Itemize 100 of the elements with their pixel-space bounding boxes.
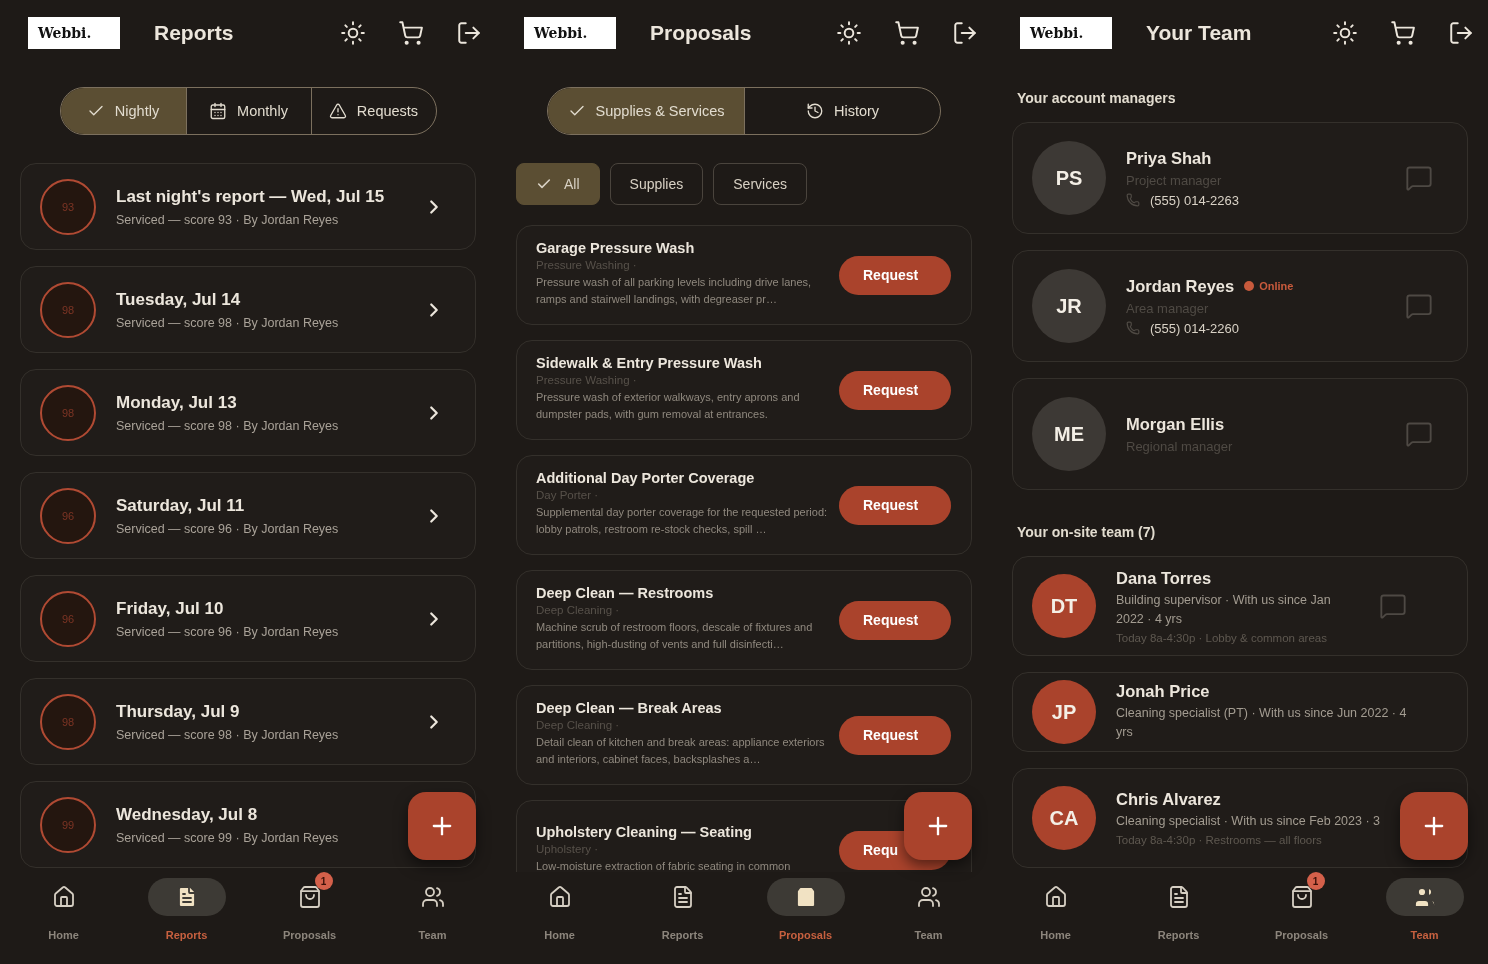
section-heading: Your account managers	[1016, 89, 1177, 106]
add-button[interactable]	[1400, 792, 1468, 860]
screen-title: Proposals	[650, 21, 753, 45]
proposal-description: Pressure wash of all parking levels including drive lanes, ramps and stairwell landings, with degreaser pr…	[536, 275, 813, 307]
request-button[interactable]: Request	[839, 370, 951, 410]
request-button[interactable]: Request	[839, 600, 951, 640]
report-subtitle: Serviced — score 99 · By Jordan Reyes	[116, 830, 340, 845]
avatar-initials: JR	[1032, 269, 1106, 343]
proposal-description: Detail clean of kitchen and break areas: appliance exteriors and interiors, cabinet faces, backsplashes a…	[536, 735, 826, 767]
history-icon	[805, 102, 824, 120]
logo: Webbi.	[1020, 17, 1112, 49]
proposal-description: Supplemental day porter coverage for the requested period: lobby patrols, restroom re-stock checks, spill …	[536, 505, 828, 537]
score-ring: 96	[40, 487, 96, 544]
person-name: Jordan Reyes	[1126, 276, 1235, 296]
section-heading: Your on-site team (7)	[1016, 523, 1157, 540]
cart-button[interactable]	[892, 18, 922, 48]
report-subtitle: Serviced — score 93 · By Jordan Reyes	[116, 212, 340, 227]
nav-tab[interactable]: 1 Proposals	[248, 872, 371, 964]
nav-tab[interactable]: Team	[867, 872, 990, 964]
logo: Webbi.	[28, 17, 120, 49]
cart-button[interactable]	[396, 18, 426, 48]
nav-tab[interactable]: Home	[498, 872, 621, 964]
nav-tab[interactable]: Home	[2, 872, 125, 964]
score-ring: 93	[40, 178, 96, 235]
person-detail: Cleaning specialist (PT) · With us since Jun 2022 · 4 yrs	[1116, 705, 1407, 741]
report-title: Tuesday, Jul 14	[116, 289, 242, 310]
score-ring: 98	[40, 693, 96, 750]
proposal-description: Low-moisture extraction of fabric seating in common	[536, 858, 792, 872]
status-label: Online	[1259, 280, 1294, 292]
home-icon	[51, 885, 76, 909]
avatar-initials: ME	[1032, 397, 1106, 471]
avatar-initials: DT	[1032, 574, 1096, 638]
report-subtitle: Serviced — score 98 · By Jordan Reyes	[116, 727, 340, 742]
proposal-title: Deep Clean — Restrooms	[536, 585, 715, 601]
report-card[interactable]: 98 Thursday, Jul 9 Serviced — score 98 · By Jordan Reyes	[20, 678, 476, 765]
nav-tab[interactable]: Reports	[621, 872, 744, 964]
proposal-title: Garage Pressure Wash	[536, 240, 696, 256]
nav-tab[interactable]: Reports	[125, 872, 248, 964]
nav-tab[interactable]: Team	[371, 872, 494, 964]
nav-tab[interactable]: Reports	[1117, 872, 1240, 964]
segment-tab[interactable]: Monthly	[185, 88, 311, 134]
theme-button[interactable]	[1330, 18, 1360, 48]
theme-button[interactable]	[338, 18, 368, 48]
theme-button[interactable]	[834, 18, 864, 48]
filter-chip[interactable]: Supplies	[609, 163, 704, 205]
calendar-icon	[209, 102, 228, 120]
avatar-initials: JP	[1032, 680, 1096, 744]
report-card[interactable]: 98 Monday, Jul 13 Serviced — score 98 · By Jordan Reyes	[20, 369, 476, 456]
report-subtitle: Serviced — score 96 · By Jordan Reyes	[116, 624, 340, 639]
proposal-title: Additional Day Porter Coverage	[536, 470, 756, 486]
score-ring: 98	[40, 281, 96, 338]
request-button[interactable]: Request	[839, 255, 951, 295]
report-card[interactable]: 98 Tuesday, Jul 14 Serviced — score 98 · By Jordan Reyes	[20, 266, 476, 353]
person-name: Priya Shah	[1126, 148, 1212, 168]
score-ring: 96	[40, 590, 96, 647]
cart-button[interactable]	[1388, 18, 1418, 48]
filter-chip[interactable]: All	[516, 163, 600, 205]
segment-tab[interactable]: History	[744, 88, 940, 134]
notification-badge: 1	[314, 872, 333, 890]
sun-icon	[836, 20, 862, 46]
nav-tab[interactable]: Home	[994, 872, 1117, 964]
cart-icon	[398, 20, 424, 46]
segment-tab[interactable]: Nightly	[60, 88, 186, 134]
report-subtitle: Serviced — score 98 · By Jordan Reyes	[116, 315, 340, 330]
home-icon	[1043, 885, 1068, 909]
nav-tab[interactable]: 1 Proposals	[1240, 872, 1363, 964]
segment-tab[interactable]: Supplies & Services	[548, 88, 744, 134]
filter-chip[interactable]: Services	[713, 163, 807, 205]
cart-icon	[1390, 20, 1416, 46]
request-button[interactable]: Request	[839, 485, 951, 525]
home-icon	[547, 885, 572, 909]
shift-schedule: Today 8a-4:30p · Lobby & common areas	[1116, 631, 1328, 644]
report-title: Monday, Jul 13	[116, 392, 238, 413]
proposal-description: Machine scrub of restroom floors, descale of fixtures and partitions, high-dusting of vents and full disinfecti…	[536, 620, 814, 652]
phone-icon	[1126, 193, 1140, 207]
add-button[interactable]	[408, 792, 476, 860]
sun-icon	[1332, 20, 1358, 46]
segment-tab[interactable]: Requests	[310, 88, 436, 134]
logo: Webbi.	[524, 17, 616, 49]
nav-tab[interactable]: Team	[1363, 872, 1486, 964]
notification-badge: 1	[1306, 872, 1325, 890]
report-subtitle: Serviced — score 96 · By Jordan Reyes	[116, 521, 340, 536]
report-card[interactable]: 93 Last night's report — Wed, Jul 15 Serviced — score 93 · By Jordan Reyes	[20, 163, 476, 250]
proposal-title: Deep Clean — Break Areas	[536, 700, 723, 716]
add-button[interactable]	[904, 792, 972, 860]
warning-icon	[328, 102, 347, 120]
shift-schedule: Today 8a-4:30p · Restrooms — all floors	[1116, 834, 1323, 846]
phone-number: (555) 014-2263	[1150, 192, 1239, 208]
score-ring: 99	[40, 796, 96, 853]
nav-tab[interactable]: Proposals	[744, 872, 867, 964]
person-name: Chris Alvarez	[1116, 790, 1222, 809]
logout-icon	[1448, 20, 1474, 46]
phone-icon	[1126, 321, 1140, 335]
report-card[interactable]: 96 Friday, Jul 10 Serviced — score 96 · By Jordan Reyes	[20, 575, 476, 662]
report-card[interactable]: 96 Saturday, Jul 11 Serviced — score 96 · By Jordan Reyes	[20, 472, 476, 559]
avatar-initials: CA	[1032, 786, 1096, 850]
proposal-title: Upholstery Cleaning — Seating	[536, 823, 753, 840]
report-title: Saturday, Jul 11	[116, 495, 246, 516]
sun-icon	[340, 20, 366, 46]
request-button[interactable]: Request	[839, 715, 951, 755]
